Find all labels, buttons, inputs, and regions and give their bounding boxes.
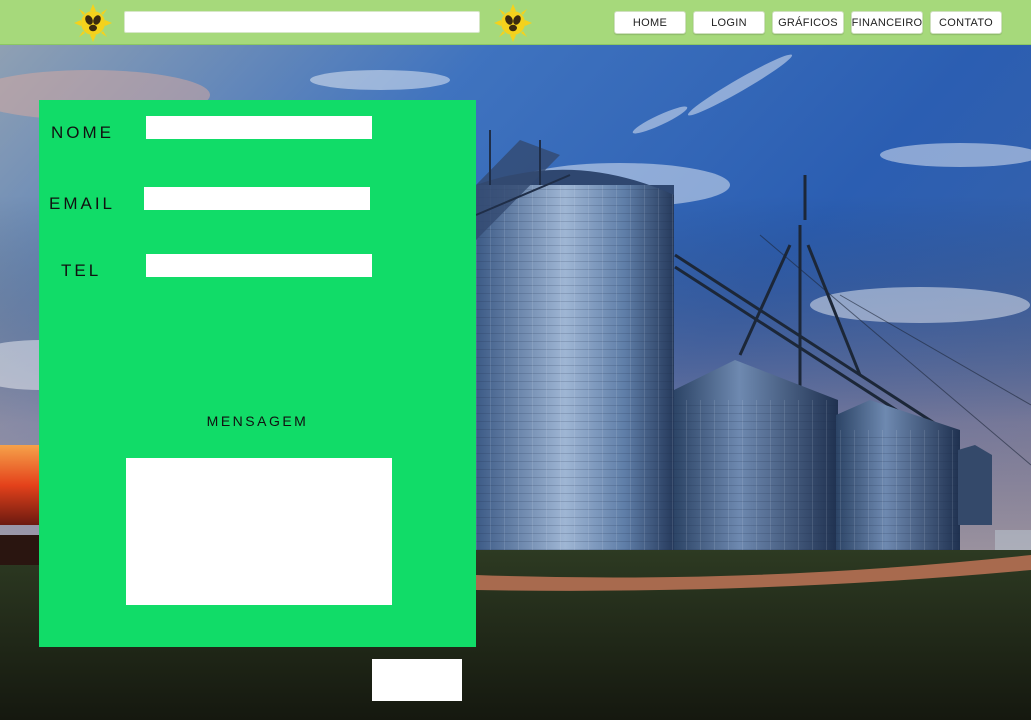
tel-input[interactable]: [146, 254, 372, 277]
email-label: EMAIL: [49, 194, 116, 213]
submit-button[interactable]: [372, 659, 462, 701]
nav-contato-button[interactable]: CONTATO: [930, 11, 1002, 34]
coffee-bean-sun-icon[interactable]: [74, 4, 112, 42]
top-navigation-bar: HOME LOGIN GRÁFICOS FINANCEIRO CONTATO: [0, 0, 1031, 45]
tel-label: TEL: [61, 261, 102, 280]
nav-financeiro-button[interactable]: FINANCEIRO: [851, 11, 923, 34]
nome-input[interactable]: [146, 116, 372, 139]
nome-label: NOME: [51, 123, 114, 142]
contact-form-panel: NOME EMAIL TEL MENSAGEM: [39, 100, 476, 647]
mensagem-label: MENSAGEM: [206, 413, 309, 429]
nav-login-button[interactable]: LOGIN: [693, 11, 765, 34]
nav-home-button[interactable]: HOME: [614, 11, 686, 34]
mensagem-textarea[interactable]: [126, 458, 392, 605]
email-input[interactable]: [144, 187, 370, 210]
coffee-bean-sun-icon: [494, 4, 532, 42]
search-input[interactable]: [124, 11, 480, 33]
nav-graficos-button[interactable]: GRÁFICOS: [772, 11, 844, 34]
